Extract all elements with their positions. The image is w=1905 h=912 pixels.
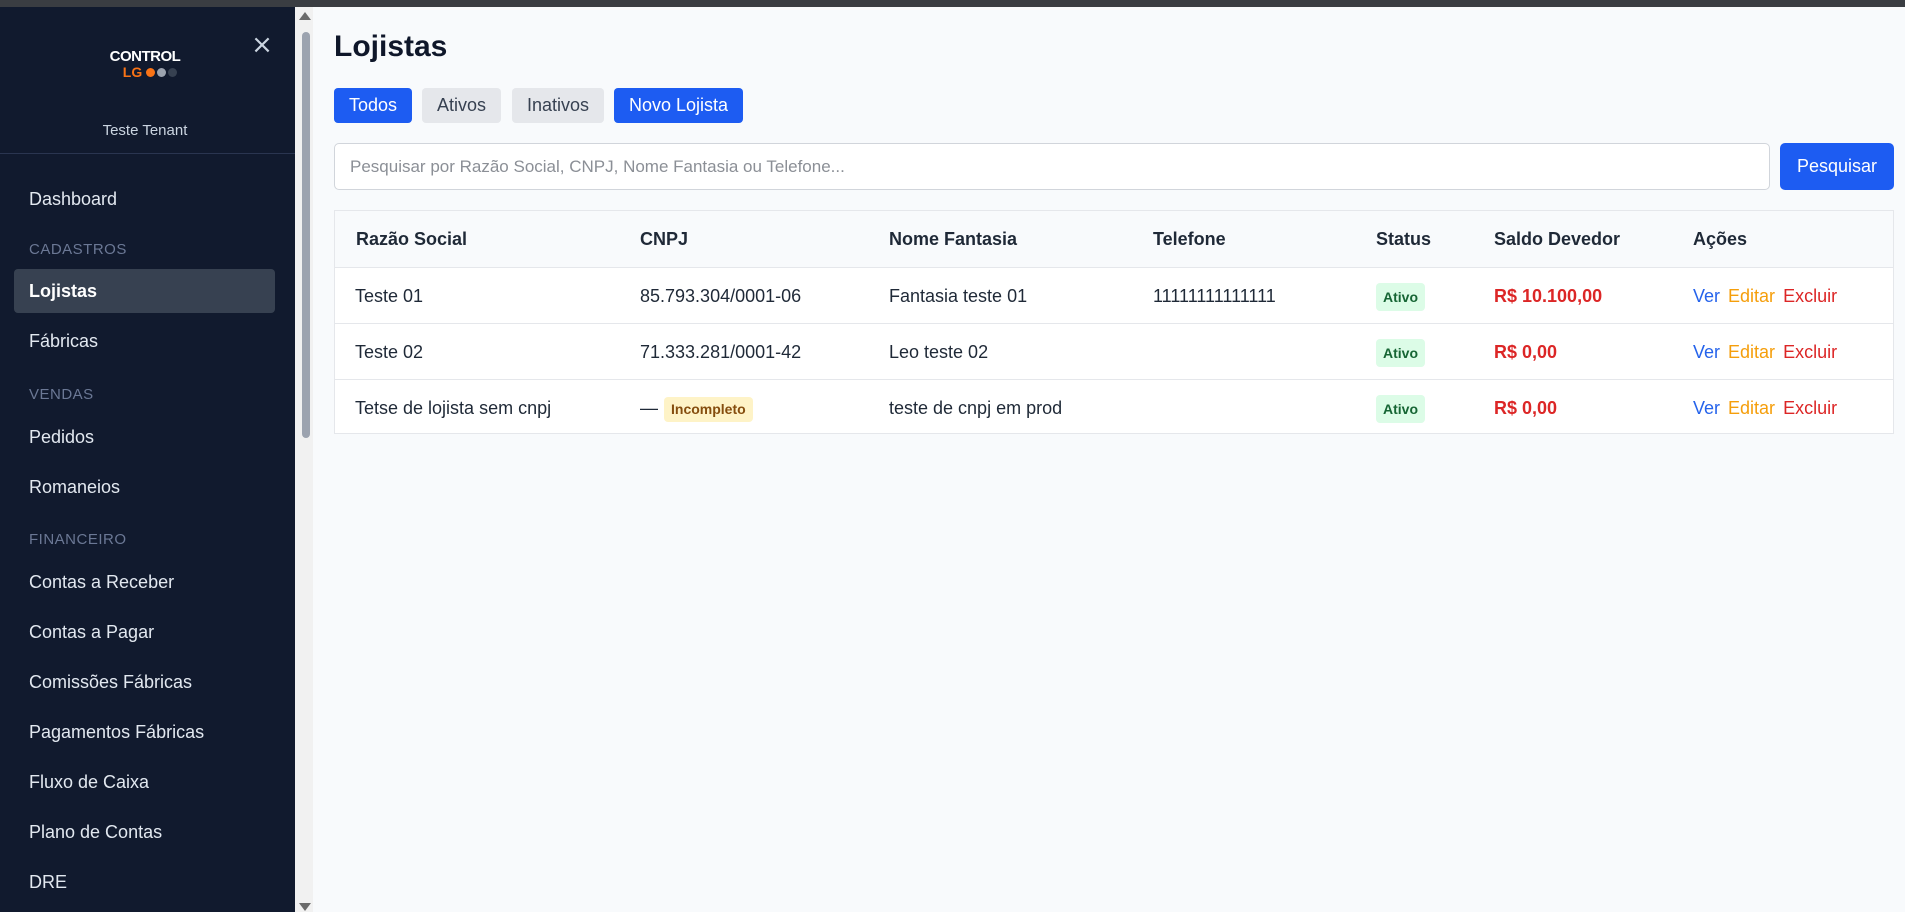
tenant-name: Teste Tenant [102,122,188,139]
sidebar-item-pagamentos-fabricas[interactable]: Pagamentos Fábricas [14,710,275,754]
header-nome-fantasia[interactable]: Nome Fantasia [889,211,1017,267]
cell-acoes: Ver Editar Excluir [1693,268,1837,324]
cell-status: Ativo [1376,380,1425,436]
editar-link[interactable]: Editar [1728,286,1775,306]
filter-inativos-button[interactable]: Inativos [512,88,605,123]
incompleto-badge: Incompleto [664,396,753,422]
header-status[interactable]: Status [1376,211,1431,267]
sidebar-section-cadastros: CADASTROS [29,241,127,258]
novo-lojista-button[interactable]: Novo Lojista [614,88,744,123]
sidebar-item-dashboard[interactable]: Dashboard [14,177,275,221]
sidebar-item-dre[interactable]: DRE [14,860,275,904]
status-badge: Ativo [1376,283,1425,312]
header-acoes: Ações [1693,229,1748,249]
table-row: Tetse de lojista sem cnpj — Incompleto te… [335,379,1893,435]
sidebar-divider [0,153,295,154]
cell-telefone: 11111111111111 [1153,286,1276,306]
cell-status: Ativo [1376,324,1425,380]
search-button[interactable]: Pesquisar [1780,143,1894,190]
cell-saldo-devedor: R$ 10.100,00 [1494,286,1603,306]
logo-dot-icon [146,67,156,77]
search-input[interactable] [334,143,1770,190]
sidebar-item-contas-pagar[interactable]: Contas a Pagar [14,610,275,654]
ver-link[interactable]: Ver [1693,286,1720,306]
cell-cnpj: 85.793.304/0001-06 [640,286,802,306]
sidebar-item-contas-receber[interactable]: Contas a Receber [14,560,275,604]
header-razao-social[interactable]: Razão Social [356,211,467,267]
cell-status: Ativo [1376,268,1425,324]
scroll-down-icon[interactable] [299,903,311,911]
page-title: Lojistas [334,30,448,63]
ver-link[interactable]: Ver [1693,342,1720,362]
status-badge: Ativo [1376,395,1425,424]
cell-razao-social: Teste 01 [355,286,424,306]
excluir-link[interactable]: Excluir [1783,342,1837,362]
excluir-link[interactable]: Excluir [1783,398,1837,418]
cell-cnpj: — Incompleto [640,380,753,436]
logo-line1: CONTROL [109,48,181,65]
table-header: Razão Social CNPJ Nome Fantasia Telefone… [335,211,1893,267]
cell-nome-fantasia: Fantasia teste 01 [889,286,1028,306]
cell-saldo-devedor: R$ 0,00 [1494,342,1558,362]
sidebar: × CONTROL LG Teste Tenant Dashboard CADA… [0,7,295,912]
scroll-up-icon[interactable] [299,12,311,20]
cell-razao-social: Tetse de lojista sem cnpj [355,398,552,418]
cell-nome-fantasia: teste de cnpj em prod [889,398,1063,418]
cell-nome-fantasia: Leo teste 02 [889,342,989,362]
sidebar-item-fabricas[interactable]: Fábricas [14,319,275,363]
logo-lg-text: LG [122,64,143,80]
sidebar-item-plano-contas[interactable]: Plano de Contas [14,810,275,854]
cnpj-empty-dash: — [640,398,658,418]
sidebar-section-vendas: VENDAS [29,386,94,403]
sidebar-item-fluxo-caixa[interactable]: Fluxo de Caixa [14,760,275,804]
logo-line2: LG [122,64,178,80]
window-top-bar [0,0,1905,7]
header-saldo-devedor[interactable]: Saldo Devedor [1494,211,1620,267]
sidebar-section-financeiro: FINANCEIRO [29,531,127,548]
sidebar-item-comissoes-fabricas[interactable]: Comissões Fábricas [14,660,275,704]
logo: CONTROL LG [0,49,290,82]
filter-todos-button[interactable]: Todos [334,88,413,123]
header-cnpj[interactable]: CNPJ [640,211,688,267]
logo-dot-icon [157,67,167,77]
logo-dot-icon [168,67,178,77]
cell-saldo-devedor: R$ 0,00 [1494,398,1558,418]
cell-cnpj: 71.333.281/0001-42 [640,342,802,362]
ver-link[interactable]: Ver [1693,398,1720,418]
excluir-link[interactable]: Excluir [1783,286,1837,306]
scrollbar-thumb[interactable] [302,32,310,438]
editar-link[interactable]: Editar [1728,398,1775,418]
editar-link[interactable]: Editar [1728,342,1775,362]
filter-ativos-button[interactable]: Ativos [422,88,502,123]
sidebar-item-lojistas[interactable]: Lojistas [14,269,275,313]
cell-acoes: Ver Editar Excluir [1693,324,1837,380]
lojistas-table: Razão Social CNPJ Nome Fantasia Telefone… [334,210,1894,434]
cell-razao-social: Teste 02 [355,342,424,362]
cell-acoes: Ver Editar Excluir [1693,380,1837,436]
table-row: Teste 02 71.333.281/0001-42 Leo teste 02… [335,323,1893,379]
header-telefone[interactable]: Telefone [1153,211,1226,267]
status-badge: Ativo [1376,339,1425,368]
sidebar-item-romaneios[interactable]: Romaneios [14,465,275,509]
table-row: Teste 01 85.793.304/0001-06 Fantasia tes… [335,267,1893,323]
sidebar-item-pedidos[interactable]: Pedidos [14,415,275,459]
